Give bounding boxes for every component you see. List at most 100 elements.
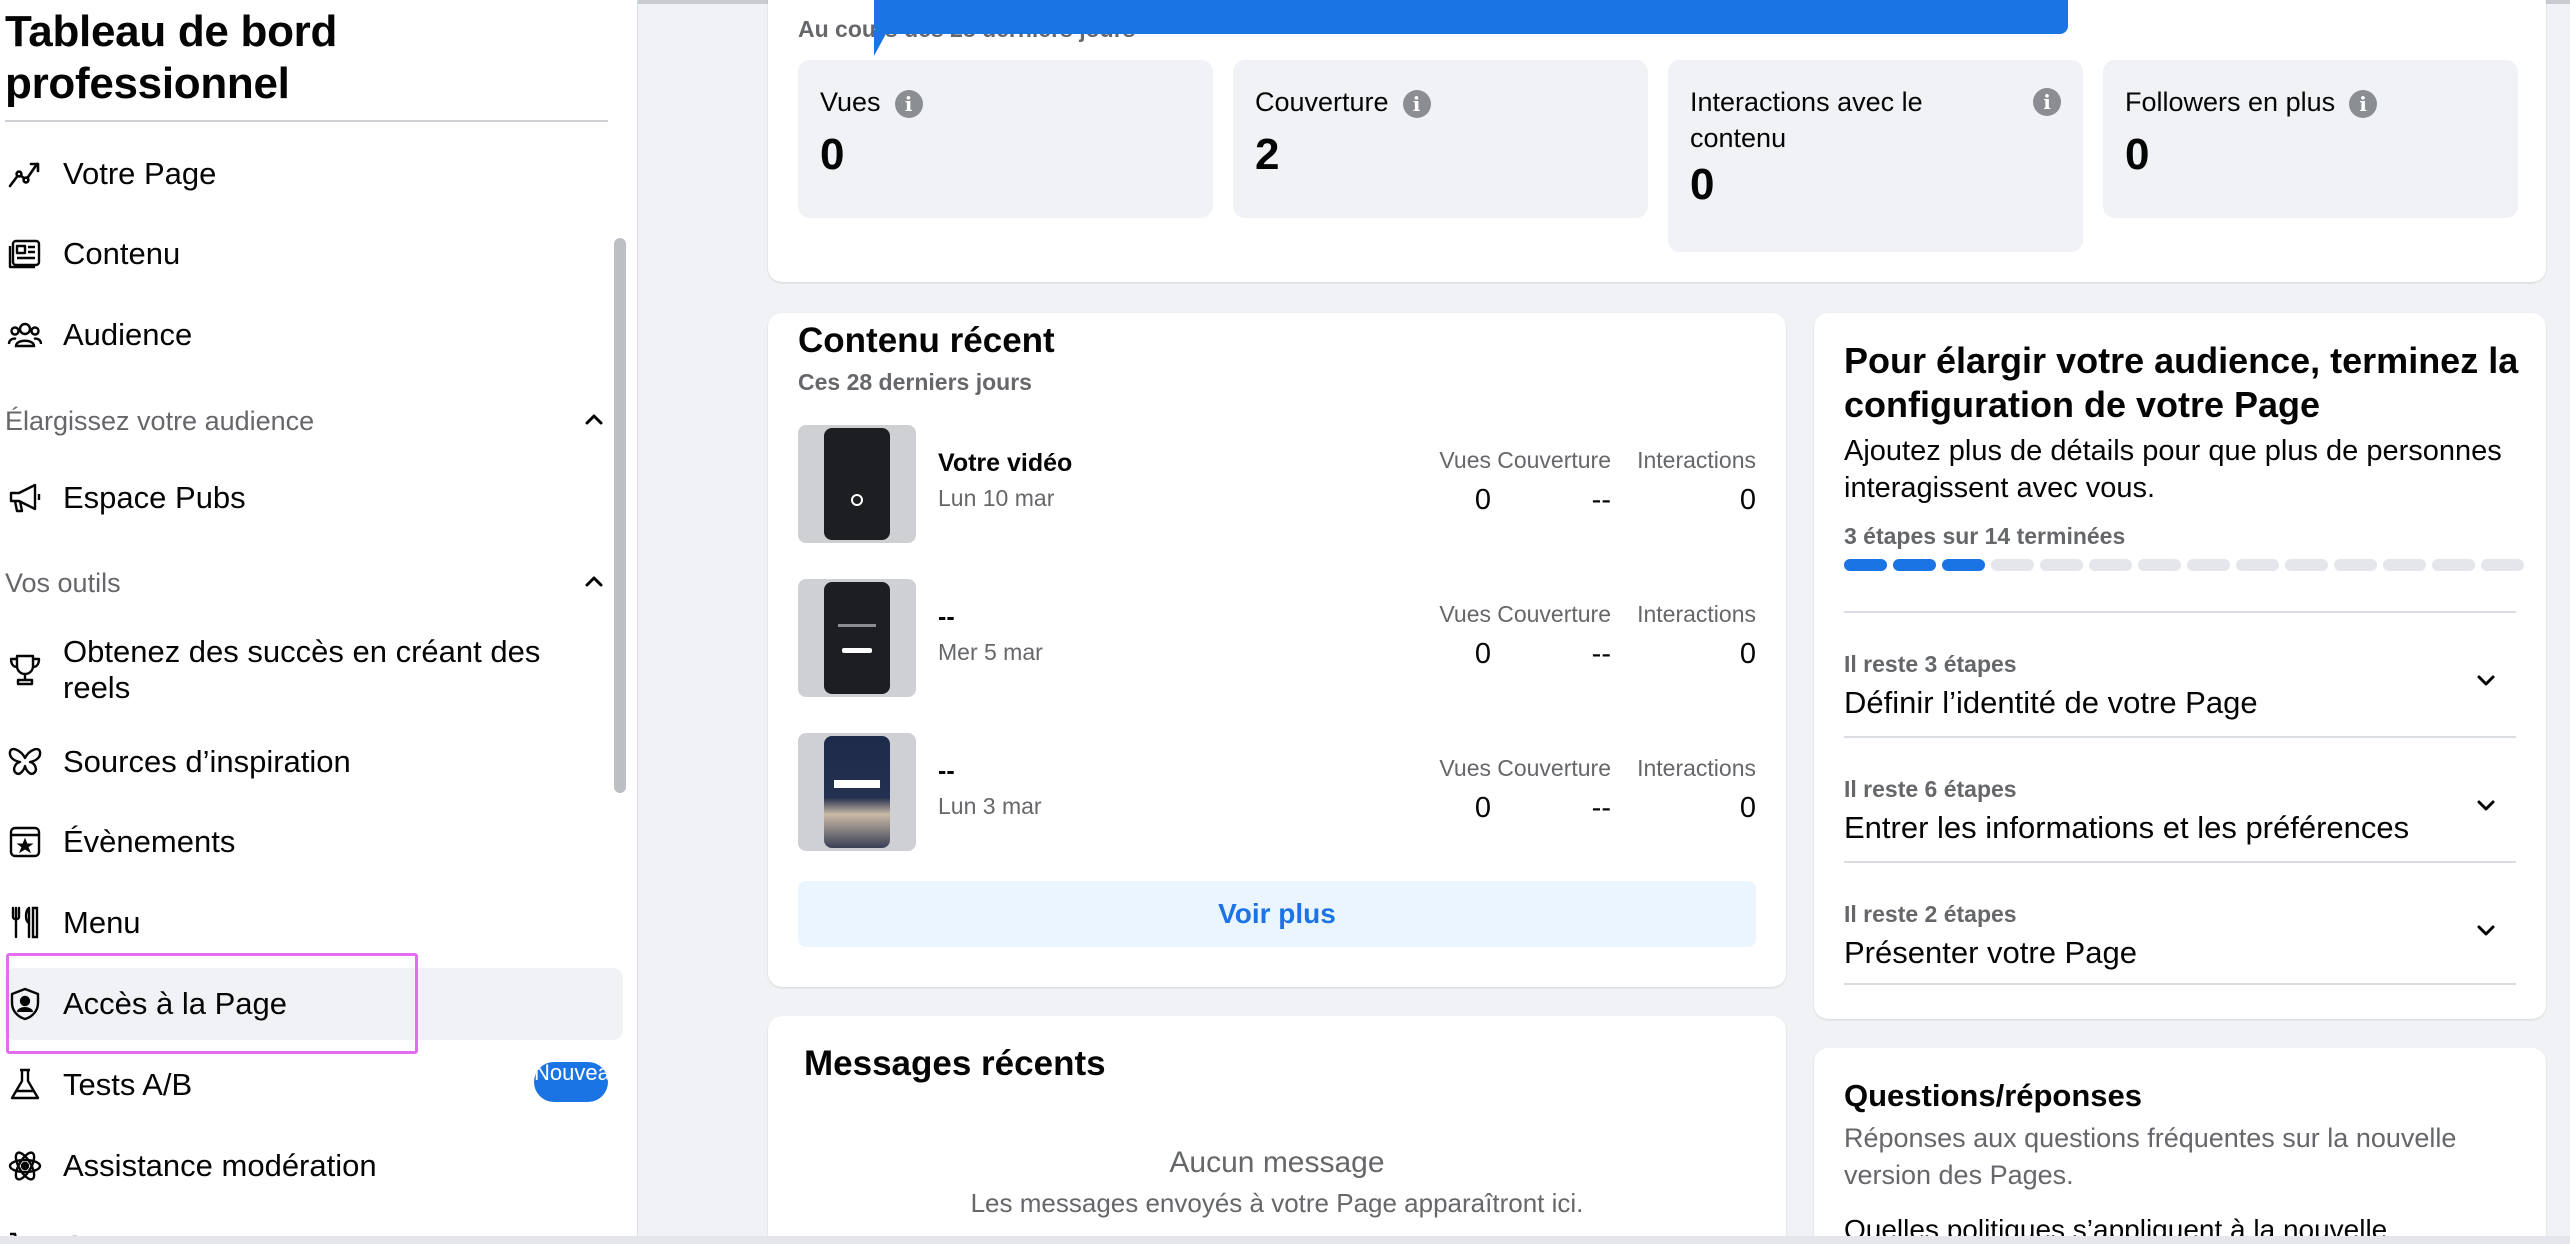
content-row[interactable]: -- Lun 3 mar Vues 0 Couverture -- Interact… bbox=[798, 733, 1756, 851]
content-title: -- bbox=[938, 757, 955, 785]
stat-label: Vues bbox=[1439, 447, 1491, 473]
sidebar-item-label: Obtenez des succès en créant des reels bbox=[63, 634, 541, 705]
stat-reach: -- bbox=[1591, 484, 1611, 516]
step-done bbox=[1893, 559, 1936, 571]
step-todo bbox=[2138, 559, 2181, 571]
calendar-star-icon bbox=[5, 822, 45, 862]
metric-followers: Followers en plus i 0 bbox=[2103, 60, 2518, 218]
recent-content-card: Contenu récent Ces 28 derniers jours Vot… bbox=[768, 313, 1786, 987]
sidebar-item-label: Assistance modération bbox=[63, 1148, 377, 1183]
group-title: Entrer les informations et les préférenc… bbox=[1844, 810, 2410, 845]
chevron-down-icon[interactable] bbox=[2474, 919, 2498, 943]
chevron-down-icon[interactable] bbox=[2474, 794, 2498, 818]
step-todo bbox=[2187, 559, 2230, 571]
stat-label: Vues bbox=[1439, 755, 1491, 781]
chevron-up-icon[interactable] bbox=[583, 406, 605, 437]
content-date: Mer 5 mar bbox=[938, 639, 1043, 665]
stat-reach: -- bbox=[1591, 792, 1611, 824]
steps-remaining: Il reste 3 étapes bbox=[1844, 651, 2017, 677]
sidebar-item-label: Espace Pubs bbox=[63, 480, 246, 515]
stat-views: 0 bbox=[1474, 638, 1491, 670]
sidebar-item-inspiration[interactable]: Sources d’inspiration bbox=[5, 726, 621, 798]
group-title: Définir l’identité de votre Page bbox=[1844, 685, 2258, 720]
content-row[interactable]: -- Mer 5 mar Vues 0 Couverture -- Interact… bbox=[798, 579, 1756, 697]
step-todo bbox=[2236, 559, 2279, 571]
atom-gear-icon bbox=[5, 1146, 45, 1186]
chevron-down-icon[interactable] bbox=[2474, 669, 2498, 693]
sidebar-item-contenu[interactable]: Contenu bbox=[5, 218, 621, 290]
setup-group-identite[interactable]: Il reste 3 étapes Définir l’identité de … bbox=[1844, 611, 2516, 735]
recent-content-subtitle: Ces 28 derniers jours bbox=[798, 369, 1032, 395]
metric-label: Interactions avec le contenu bbox=[1690, 87, 1923, 153]
sidebar-item-espace-pubs[interactable]: Espace Pubs bbox=[5, 462, 621, 534]
stat-label: Couverture bbox=[1497, 755, 1611, 781]
sidebar-divider bbox=[5, 120, 608, 122]
sidebar-item-audience[interactable]: Audience bbox=[5, 299, 621, 371]
metric-couverture: Couverture i 2 bbox=[1233, 60, 1648, 218]
new-badge: Nouveau bbox=[534, 1062, 608, 1102]
chevron-up-icon[interactable] bbox=[583, 568, 605, 599]
content-date: Lun 10 mar bbox=[938, 485, 1055, 511]
video-thumbnail[interactable] bbox=[798, 733, 916, 851]
recent-content-title: Contenu récent bbox=[798, 321, 1055, 360]
voir-plus-button[interactable]: Voir plus bbox=[798, 881, 1756, 947]
section-vos-outils[interactable]: Vos outils bbox=[5, 568, 605, 599]
sidebar-item-tests-ab[interactable]: Tests A/B bbox=[5, 1049, 621, 1121]
sidebar-item-reels[interactable]: Obtenez des succès en créant des reels bbox=[5, 624, 621, 716]
sidebar-item-votre-page[interactable]: Votre Page bbox=[5, 138, 621, 210]
info-icon[interactable]: i bbox=[1402, 90, 1431, 118]
sidebar-scrollbar[interactable] bbox=[614, 238, 626, 793]
content-title: Votre vidéo bbox=[938, 449, 1073, 477]
faq-description: Réponses aux questions fréquentes sur la… bbox=[1844, 1123, 2457, 1190]
setup-title: Pour élargir votre audience, terminez la… bbox=[1844, 340, 2519, 425]
video-thumbnail[interactable] bbox=[798, 425, 916, 543]
group-title: Présenter votre Page bbox=[1844, 935, 2137, 970]
step-todo bbox=[1991, 559, 2034, 571]
setup-group-informations[interactable]: Il reste 6 étapes Entrer les information… bbox=[1844, 736, 2516, 860]
step-done bbox=[1942, 559, 1985, 571]
empty-title: Aucun message bbox=[1169, 1146, 1385, 1179]
empty-text: Les messages envoyés à votre Page appara… bbox=[970, 1188, 1584, 1218]
sidebar-item-moderation[interactable]: Assistance modération bbox=[5, 1130, 621, 1202]
stat-views: 0 bbox=[1474, 792, 1491, 824]
step-todo bbox=[2089, 559, 2132, 571]
trend-line-icon bbox=[5, 154, 45, 194]
info-icon[interactable]: i bbox=[2349, 90, 2378, 118]
selection-highlight bbox=[6, 953, 418, 1054]
steps-remaining: Il reste 2 étapes bbox=[1844, 901, 2017, 927]
content-row[interactable]: Votre vidéo Lun 10 mar Vues 0 Couverture -… bbox=[798, 425, 1756, 543]
metric-value: 2 bbox=[1255, 130, 1280, 179]
sidebar-item-label: Menu bbox=[63, 905, 141, 940]
info-icon[interactable]: i bbox=[2033, 88, 2061, 116]
step-todo bbox=[2285, 559, 2328, 571]
video-thumbnail[interactable] bbox=[798, 579, 916, 697]
stat-label: Vues bbox=[1439, 601, 1491, 627]
metric-label: Vues bbox=[820, 87, 881, 117]
step-todo bbox=[2040, 559, 2083, 571]
info-icon[interactable]: i bbox=[894, 90, 923, 118]
stat-label: Interactions bbox=[1637, 601, 1756, 627]
content-date: Lun 3 mar bbox=[938, 793, 1042, 819]
sidebar-item-label: Tests A/B bbox=[63, 1067, 193, 1102]
content-title: -- bbox=[938, 603, 955, 631]
content-icon bbox=[5, 234, 45, 274]
section-elargissez[interactable]: Élargissez votre audience bbox=[5, 406, 605, 437]
bottom-edge bbox=[0, 1236, 2570, 1244]
stat-label: Couverture bbox=[1497, 601, 1611, 627]
step-todo bbox=[2481, 559, 2524, 571]
sidebar-item-label: Sources d’inspiration bbox=[63, 744, 351, 779]
sidebar-item-label: Contenu bbox=[63, 236, 181, 271]
trophy-icon bbox=[5, 650, 45, 690]
stat-interactions: 0 bbox=[1739, 792, 1756, 824]
setup-card: Pour élargir votre audience, terminez la… bbox=[1814, 313, 2546, 1019]
metric-vues: Vues i 0 bbox=[798, 60, 1213, 218]
sidebar-item-evenements[interactable]: Évènements bbox=[5, 806, 621, 878]
setup-description: Ajoutez plus de détails pour que plus de… bbox=[1844, 435, 2502, 504]
section-label: Vos outils bbox=[5, 568, 121, 598]
stat-reach: -- bbox=[1591, 638, 1611, 670]
tooltip-popup bbox=[874, 0, 2068, 34]
sidebar-item-menu[interactable]: Menu bbox=[5, 887, 621, 959]
faq-card: Questions/réponses Réponses aux question… bbox=[1814, 1048, 2546, 1244]
setup-group-presenter[interactable]: Il reste 2 étapes Présenter votre Page bbox=[1844, 861, 2516, 985]
metric-label: Followers en plus bbox=[2125, 87, 2336, 117]
